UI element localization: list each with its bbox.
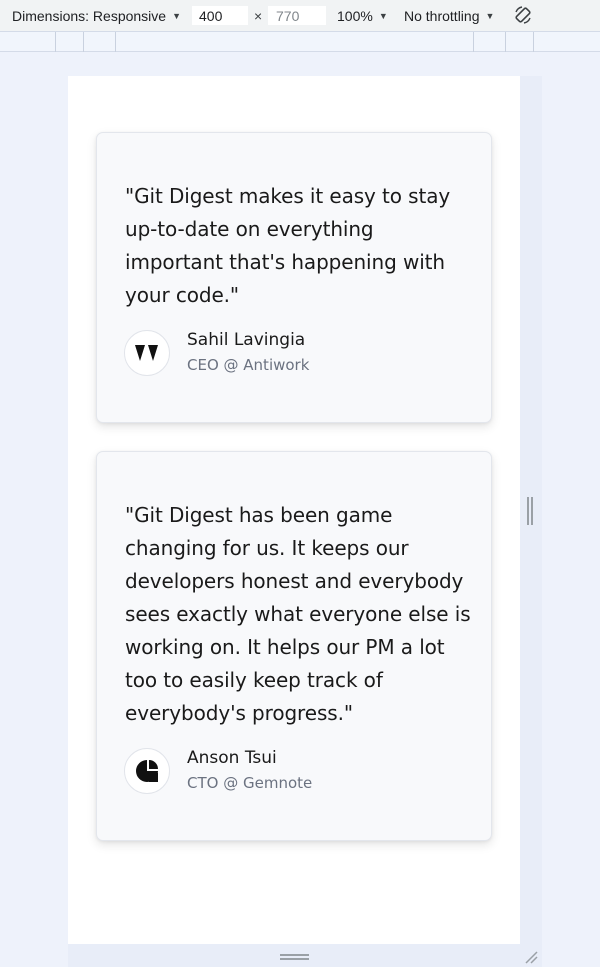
testimonial-card: "Git Digest has been game changing for u…: [96, 451, 492, 841]
height-input[interactable]: [268, 6, 326, 25]
zoom-dropdown[interactable]: 100% ▼: [337, 8, 388, 24]
dimensions-label: Dimensions: Responsive: [12, 8, 167, 24]
dimensions-dropdown[interactable]: Dimensions: Responsive ▼: [12, 8, 181, 24]
ruler-divider: [83, 32, 84, 52]
device-toolbar: Dimensions: Responsive ▼ × 100% ▼ No thr…: [0, 0, 600, 32]
ruler-divider: [505, 32, 506, 52]
height-resize-handle[interactable]: [280, 954, 309, 960]
ruler-divider: [473, 32, 474, 52]
width-input[interactable]: [192, 6, 248, 25]
rotate-icon[interactable]: [513, 5, 533, 25]
author-role: CEO @ Antiwork: [187, 356, 310, 374]
zoom-label: 100%: [337, 8, 373, 24]
chevron-down-icon: ▼: [172, 11, 181, 21]
author-role: CTO @ Gemnote: [187, 774, 313, 792]
throttling-label: No throttling: [404, 8, 480, 24]
testimonial-author: Sahil Lavingia CEO @ Antiwork: [124, 328, 309, 376]
testimonial-quote: "Git Digest has been game changing for u…: [125, 503, 471, 725]
ruler-divider: [55, 32, 56, 52]
times-symbol: ×: [254, 8, 263, 24]
testimonial-quote: "Git Digest makes it easy to stay up-to-…: [125, 184, 451, 307]
author-name: Anson Tsui: [187, 748, 277, 768]
testimonial-card: "Git Digest makes it easy to stay up-to-…: [96, 132, 492, 423]
width-resize-handle[interactable]: [527, 497, 533, 525]
antiwork-logo-icon: [124, 330, 170, 376]
media-query-ruler: [0, 32, 600, 52]
chevron-down-icon: ▼: [378, 11, 388, 21]
chevron-down-icon: ▼: [485, 11, 495, 21]
author-name: Sahil Lavingia: [187, 330, 306, 350]
ruler-divider: [533, 32, 534, 52]
resize-handle-icon[interactable]: [523, 949, 539, 965]
testimonial-author: Anson Tsui CTO @ Gemnote: [124, 746, 312, 794]
gemnote-logo-icon: [124, 748, 170, 794]
throttling-dropdown[interactable]: No throttling ▼: [404, 8, 494, 24]
ruler-divider: [115, 32, 116, 52]
